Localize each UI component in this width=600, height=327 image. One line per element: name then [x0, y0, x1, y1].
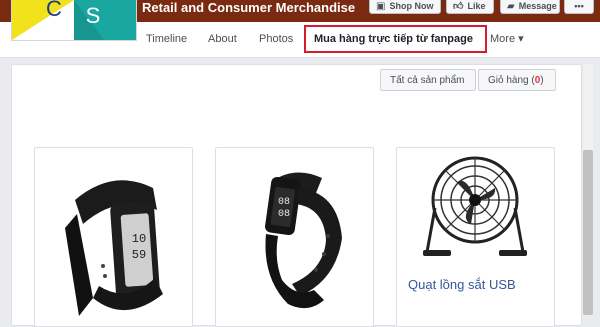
- logo-graphic: C S: [12, 0, 136, 40]
- tab-more[interactable]: More ▾: [490, 22, 524, 57]
- logo-letter-c: C: [46, 0, 62, 21]
- more-options-icon: •••: [574, 1, 584, 11]
- page-name[interactable]: Retail and Consumer Merchandise: [142, 0, 355, 19]
- message-icon: ▰: [507, 1, 515, 12]
- shop-now-label: Shop Now: [389, 1, 434, 11]
- product-card[interactable]: [396, 147, 555, 327]
- cart-label: Giỏ hàng (: [488, 75, 535, 86]
- thumbs-up-icon: 👍︎: [453, 1, 464, 12]
- shopping-bag-icon: ▣: [376, 1, 386, 12]
- page-logo[interactable]: C S: [11, 0, 137, 41]
- all-products-label: Tất cả sản phẩm: [390, 75, 465, 86]
- product-title[interactable]: Quạt lồng sắt USB: [408, 277, 516, 292]
- cart-close: ): [540, 75, 544, 86]
- scrollbar-thumb[interactable]: [583, 150, 593, 315]
- like-button[interactable]: 👍︎ Like: [446, 0, 494, 14]
- message-label: Message: [518, 1, 557, 11]
- tab-about[interactable]: About: [208, 22, 237, 57]
- shop-now-button[interactable]: ▣ Shop Now: [369, 0, 441, 14]
- smart-band-icon: 10 59: [65, 180, 163, 316]
- tab-timeline[interactable]: Timeline: [146, 22, 187, 57]
- all-products-button[interactable]: Tất cả sản phẩm: [380, 69, 476, 91]
- message-button[interactable]: ▰ Message: [500, 0, 560, 14]
- usb-fan-icon: [423, 156, 527, 256]
- like-label: Like: [467, 1, 486, 11]
- tab-shop-highlight: [304, 25, 487, 53]
- product-card[interactable]: 10 59: [34, 147, 193, 327]
- watch-face-minute: 59: [132, 248, 146, 262]
- product-card[interactable]: 08 08: [215, 147, 374, 327]
- cart-button[interactable]: Giỏ hàng (0): [478, 69, 556, 91]
- watch-face-hour: 08: [278, 197, 290, 208]
- smart-band-icon: 08 08: [265, 172, 342, 309]
- more-options-button[interactable]: •••: [564, 0, 594, 14]
- logo-letter-s: S: [86, 3, 101, 28]
- watch-face-minute: 08: [278, 209, 290, 220]
- tab-photos[interactable]: Photos: [259, 22, 293, 57]
- watch-face-hour: 10: [132, 232, 146, 246]
